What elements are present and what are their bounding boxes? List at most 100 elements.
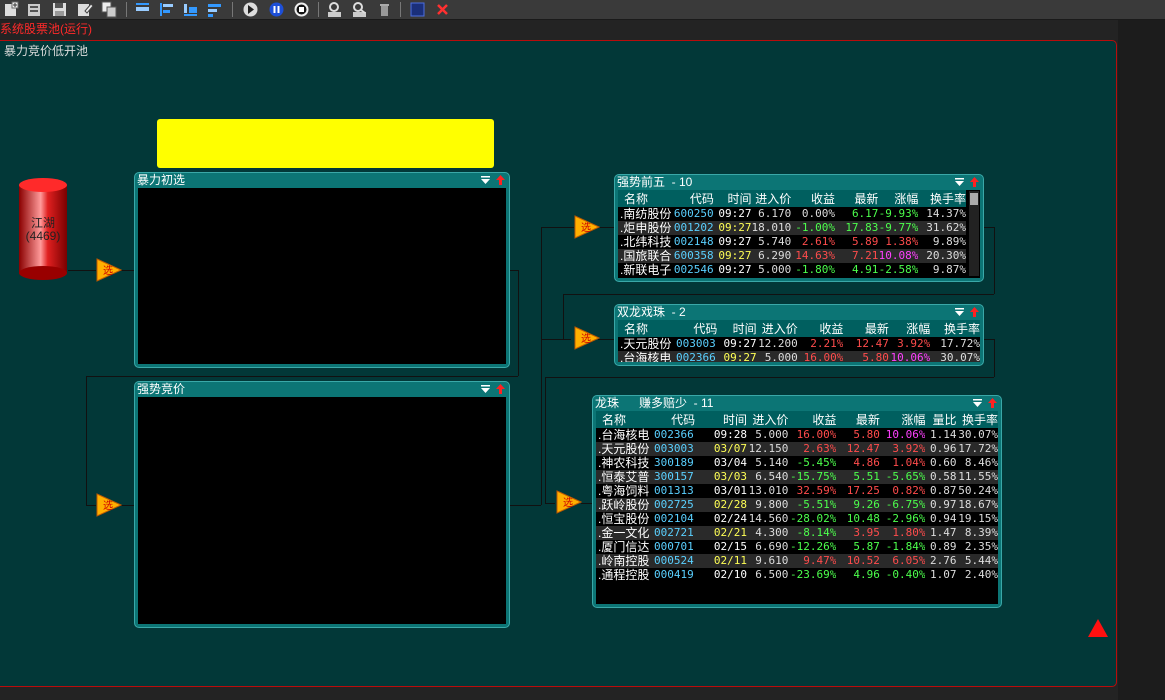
table-row[interactable]: .北纬科技 002148 09:27 5.740 2.61% 5.89 1.38% 9.89%	[618, 235, 966, 249]
column-header[interactable]: 进入价	[751, 190, 792, 207]
add-icon[interactable]	[3, 1, 20, 18]
cell-name: .炬申股份	[618, 221, 674, 235]
table-row[interactable]: .神农科技 300189 03/04 5.140 -5.45% 4.86 1.04% 0.60…	[596, 456, 998, 470]
column-header[interactable]: 名称	[596, 411, 654, 428]
play-icon[interactable]	[242, 1, 259, 18]
table-row[interactable]: .金一文化 002721 02/21 4.300 -8.14% 3.95 1.80% 1.47…	[596, 526, 998, 540]
dropdown-icon[interactable]	[954, 176, 965, 188]
column-header[interactable]: 进入价	[756, 320, 798, 337]
column-header[interactable]: 时间	[717, 320, 757, 337]
column-header[interactable]: 量比	[925, 411, 957, 428]
column-header[interactable]: 最新	[836, 411, 880, 428]
select-frame-icon[interactable]	[409, 1, 426, 18]
table-row[interactable]: .天元股份 003003 09:27 12.200 2.21% 12.47 3.92% 17.…	[618, 337, 980, 351]
edit-icon[interactable]	[76, 1, 93, 18]
collapse-up-icon[interactable]	[495, 174, 506, 186]
table-row[interactable]: .粤海饲料 001313 03/01 13.010 32.59% 17.25 0.82% 0.…	[596, 484, 998, 498]
column-header[interactable]: 收益	[791, 190, 836, 207]
table-row[interactable]: .天元股份 003003 03/07 12.150 2.63% 12.47 3.92% 0.9…	[596, 442, 998, 456]
cell-turn: 30.07%	[958, 428, 998, 441]
align-bottom-icon[interactable]	[182, 1, 199, 18]
column-header[interactable]: 代码	[675, 320, 718, 337]
search-icon[interactable]	[326, 1, 343, 18]
cell-pct: -0.40%	[885, 568, 926, 581]
column-header[interactable]: 换手率	[956, 411, 998, 428]
column-header[interactable]: 代码	[673, 190, 714, 207]
align-top-icon[interactable]	[134, 1, 151, 18]
save-icon[interactable]	[51, 1, 68, 18]
cell-last: 17.25	[846, 484, 880, 497]
cell-time: 02/21	[695, 526, 747, 540]
table-row[interactable]: .恒宝股份 002104 02/24 14.560 -28.02% 10.48 -2.96%…	[596, 512, 998, 526]
scrollbar-thumb[interactable]	[970, 193, 978, 205]
filter-node-icon[interactable]: 选	[574, 215, 600, 239]
column-header[interactable]: 换手率	[930, 320, 980, 337]
right-scroll-strip	[1118, 20, 1165, 700]
cell-price: 5.000	[756, 351, 798, 362]
table-row[interactable]: .台海核电 002366 09:27 5.000 16.00% 5.80 10.06% 30.…	[618, 351, 980, 362]
column-header[interactable]: 最新	[843, 320, 889, 337]
dropdown-icon[interactable]	[954, 306, 965, 318]
table-row[interactable]: .岭南控股 000524 02/11 9.610 9.47% 10.52 6.05% 2.76…	[596, 554, 998, 568]
column-header[interactable]: 名称	[618, 190, 674, 207]
table-row[interactable]: .恒泰艾普 300157 03/03 6.540 -15.75% 5.51 -5.65% 0.…	[596, 470, 998, 484]
table-row[interactable]: .炬申股份 001202 09:27 18.010 -1.00% 17.83 -9.77% 3…	[618, 221, 966, 235]
filter-node-icon[interactable]: 选	[96, 258, 122, 282]
column-header[interactable]: 涨幅	[879, 411, 926, 428]
dropdown-icon[interactable]	[972, 397, 983, 409]
column-header[interactable]: 收益	[797, 320, 844, 337]
table-row[interactable]: .新联电子 002546 09:27 5.000 -1.80% 4.91 -2.58% 9.8…	[618, 263, 966, 277]
pause-icon[interactable]	[268, 1, 285, 18]
table-row[interactable]: .国旅联合 600358 09:27 6.290 14.63% 7.21 10.08% 20.…	[618, 249, 966, 263]
column-header[interactable]: 最新	[835, 190, 879, 207]
cell-code: 000701	[654, 540, 694, 553]
dropdown-icon[interactable]	[480, 174, 491, 186]
column-header[interactable]: 涨幅	[888, 320, 931, 337]
panel-strong-top5[interactable]: 强势前五 - 10 名称 代码 时间 进入价 收益 最新 涨幅 换手率 .南纺股份 600250 0…	[614, 174, 984, 282]
zoom-icon[interactable]	[351, 1, 368, 18]
column-header[interactable]: 时间	[713, 190, 752, 207]
column-header[interactable]: 时间	[695, 411, 747, 428]
stop-icon[interactable]	[293, 1, 310, 18]
cell-pct: -2.58%	[878, 263, 919, 276]
filter-node-icon[interactable]: 选	[574, 326, 600, 350]
filter-node-icon[interactable]: 选	[96, 493, 122, 517]
align-left-icon[interactable]	[158, 1, 175, 18]
close-icon[interactable]	[434, 1, 451, 18]
yellow-note-box[interactable]	[157, 119, 494, 168]
table-row[interactable]: .跃岭股份 002725 02/28 9.800 -5.51% 9.26 -6.75% 0.9…	[596, 498, 998, 512]
panel-header[interactable]: 暴力初选	[135, 173, 509, 188]
alert-triangle-icon[interactable]	[1087, 618, 1109, 638]
filter-node-icon[interactable]: 选	[556, 490, 582, 514]
cell-code: 300157	[654, 470, 696, 484]
collapse-up-icon[interactable]	[987, 397, 998, 409]
panel-dragon-pearl[interactable]: 龙珠 赚多赔少 - 11 名称 代码 时间 进入价 收益 最新 涨幅 量比 换手率 .台海核电 00…	[592, 395, 1002, 608]
panel-violent-primary[interactable]: 暴力初选	[134, 172, 510, 368]
panel-header[interactable]: 龙珠 赚多赔少 - 11	[593, 396, 1001, 411]
panel-header[interactable]: 强势前五 - 10	[615, 175, 983, 190]
collapse-up-icon[interactable]	[969, 176, 980, 188]
table-row[interactable]: .台海核电 002366 09:28 5.000 16.00% 5.80 10.06% 1.1…	[596, 428, 998, 442]
open-icon[interactable]	[26, 1, 43, 18]
panel-strong-bid[interactable]: 强势竞价	[134, 381, 510, 628]
panel-twin-dragon[interactable]: 双龙戏珠 - 2 名称 代码 时间 进入价 收益 最新 涨幅 换手率 .天元股份 003003 09…	[614, 304, 984, 366]
align-right-icon[interactable]	[206, 1, 223, 18]
panel-header[interactable]: 双龙戏珠 - 2	[615, 305, 983, 320]
column-header[interactable]: 代码	[654, 411, 696, 428]
delete-icon[interactable]	[376, 1, 393, 18]
collapse-up-icon[interactable]	[969, 306, 980, 318]
table-row[interactable]: .通程控股 000419 02/10 6.500 -23.69% 4.96 -0.40% 1.…	[596, 568, 998, 582]
copy-icon[interactable]	[101, 1, 118, 18]
collapse-up-icon[interactable]	[495, 383, 506, 395]
column-header[interactable]: 收益	[788, 411, 837, 428]
cell-code: 300189	[654, 456, 694, 469]
table-row[interactable]: .厦门信达 000701 02/15 6.690 -12.26% 5.87 -1.84% 0.…	[596, 540, 998, 554]
panel-header[interactable]: 强势竞价	[135, 382, 509, 397]
dropdown-icon[interactable]	[480, 383, 491, 395]
column-header[interactable]: 涨幅	[878, 190, 919, 207]
table-row[interactable]: .南纺股份 600250 09:27 6.170 0.00% 6.17 -9.93% 14.3…	[618, 207, 966, 221]
column-header[interactable]: 进入价	[746, 411, 789, 428]
vertical-scrollbar[interactable]	[969, 191, 979, 276]
column-header[interactable]: 名称	[618, 320, 676, 337]
column-header[interactable]: 换手率	[918, 190, 966, 207]
